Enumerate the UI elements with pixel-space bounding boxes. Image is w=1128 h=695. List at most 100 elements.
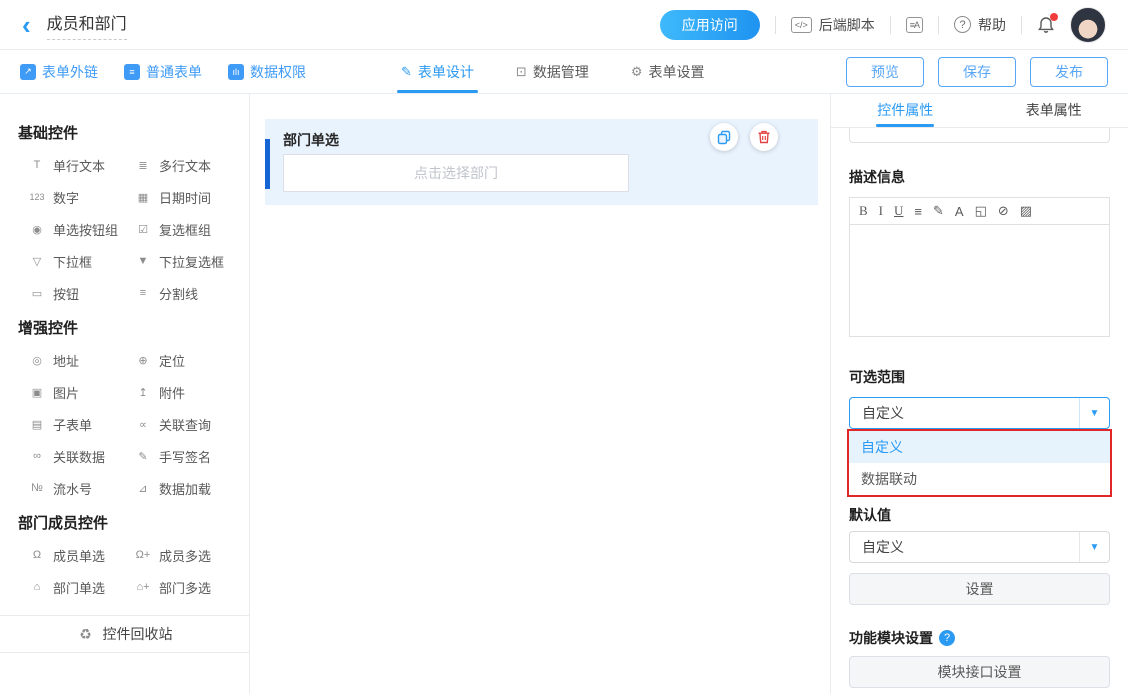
normal-form-button[interactable]: ≡ 普通表单	[124, 62, 202, 82]
divider	[775, 16, 776, 34]
dept-select-input[interactable]: 点击选择部门	[283, 154, 629, 192]
multi-line-text-icon: ≣	[134, 159, 152, 172]
backend-script-button[interactable]: </> 后端脚本	[791, 15, 875, 35]
align-button[interactable]: ≡	[914, 204, 922, 219]
serial-number-icon: №	[28, 482, 46, 494]
control-multi-dropdown[interactable]: ▼ 下拉复选框	[134, 245, 239, 277]
toolbar-actions: 预览 保存 发布	[846, 50, 1108, 93]
tab-data-management[interactable]: ⊡ 数据管理	[516, 50, 589, 93]
settings-button[interactable]: 设置	[849, 573, 1110, 605]
control-label: 日期时间	[159, 188, 211, 207]
notification-button[interactable]	[1037, 16, 1055, 34]
default-value-select[interactable]: 自定义 ▼	[849, 531, 1110, 563]
app-access-button[interactable]: 应用访问	[660, 10, 760, 40]
edit-pen-button[interactable]: ✎	[933, 203, 944, 219]
tab-form-design[interactable]: ✎ 表单设计	[401, 50, 474, 93]
selectable-range-select[interactable]: 自定义 ▼	[849, 397, 1110, 429]
control-radio-group[interactable]: ◉ 单选按钮组	[28, 213, 134, 245]
description-label: 描述信息	[849, 167, 1110, 187]
control-subform[interactable]: ▤ 子表单	[28, 408, 134, 440]
control-divider[interactable]: ≡ 分割线	[134, 277, 239, 309]
contacts-button[interactable]: ≡A	[906, 17, 923, 33]
control-signature[interactable]: ✎ 手写签名	[134, 440, 239, 472]
control-dropdown[interactable]: ▽ 下拉框	[28, 245, 134, 277]
italic-button[interactable]: I	[879, 203, 883, 219]
control-linked-data[interactable]: ∞ 关联数据	[28, 440, 134, 472]
recycle-icon: ♻	[77, 626, 95, 643]
copy-format-button[interactable]: ◱	[975, 203, 987, 219]
control-data-load[interactable]: ⊿ 数据加载	[134, 472, 239, 504]
copy-field-button[interactable]	[710, 123, 738, 151]
form-external-link-button[interactable]: ↗ 表单外链	[20, 62, 98, 82]
bold-button[interactable]: B	[859, 203, 868, 219]
control-label: 数字	[53, 188, 79, 207]
font-button[interactable]: A	[955, 204, 964, 219]
control-label: 复选框组	[159, 220, 211, 239]
control-attachment[interactable]: ↥ 附件	[134, 376, 239, 408]
control-member-multi[interactable]: Ω+ 成员多选	[134, 539, 239, 571]
underline-button[interactable]: U	[894, 203, 903, 219]
linked-data-icon: ∞	[28, 450, 46, 462]
tab-form-settings[interactable]: ⚙ 表单设置	[631, 50, 705, 93]
default-value-text: 自定义	[850, 532, 1079, 562]
control-label: 成员多选	[159, 546, 211, 565]
field-card-dept-single-select[interactable]: 部门单选 点击选择部门	[265, 119, 818, 205]
description-editor[interactable]	[849, 225, 1110, 337]
radio-group-icon: ◉	[28, 223, 46, 236]
external-link-icon: ↗	[20, 64, 36, 80]
preview-button[interactable]: 预览	[846, 57, 924, 87]
save-button[interactable]: 保存	[938, 57, 1016, 87]
control-single-line-text[interactable]: T 单行文本	[28, 149, 134, 181]
form-settings-icon: ⚙	[631, 64, 643, 80]
dept-single-icon: ⌂	[28, 581, 46, 593]
tab-form-design-label: 表单设计	[418, 62, 474, 82]
control-address[interactable]: ◎ 地址	[28, 344, 134, 376]
module-help-icon[interactable]: ?	[939, 630, 955, 646]
data-permission-button[interactable]: ılı 数据权限	[228, 62, 306, 82]
control-recycle-bin[interactable]: ♻ 控件回收站	[0, 615, 249, 653]
insert-image-button[interactable]: ▨	[1020, 203, 1032, 219]
control-member-single[interactable]: Ω 成员单选	[28, 539, 134, 571]
center-tabs: ✎ 表单设计 ⊡ 数据管理 ⚙ 表单设置	[401, 50, 704, 93]
properties-panel: 控件属性 表单属性 描述信息 B I U ≡ ✎ A ◱ ⊘ ▨ 可选范围 自定…	[830, 94, 1128, 694]
normal-form-label: 普通表单	[146, 62, 202, 82]
data-load-icon: ⊿	[134, 482, 152, 495]
option-data-linkage[interactable]: 数据联动	[849, 463, 1110, 495]
tab-control-properties[interactable]: 控件属性	[831, 94, 980, 127]
properties-tabs: 控件属性 表单属性	[831, 94, 1128, 128]
control-datetime[interactable]: ▦ 日期时间	[134, 181, 239, 213]
control-multi-line-text[interactable]: ≣ 多行文本	[134, 149, 239, 181]
back-icon[interactable]: ‹	[22, 12, 31, 38]
delete-field-button[interactable]	[750, 123, 778, 151]
selectable-range-label: 可选范围	[849, 367, 1110, 387]
control-serial-number[interactable]: № 流水号	[28, 472, 134, 504]
control-dept-multi[interactable]: ⌂+ 部门多选	[134, 571, 239, 603]
control-number[interactable]: 123 数字	[28, 181, 134, 213]
control-dept-single[interactable]: ⌂ 部门单选	[28, 571, 134, 603]
button-icon: ▭	[28, 287, 46, 300]
module-api-settings-button[interactable]: 模块接口设置	[849, 656, 1110, 688]
page-title[interactable]: 成员和部门	[47, 10, 127, 40]
member-single-icon: Ω	[28, 549, 46, 561]
publish-button[interactable]: 发布	[1030, 57, 1108, 87]
option-custom[interactable]: 自定义	[849, 431, 1110, 463]
linked-query-icon: ∝	[134, 418, 152, 431]
backend-script-label: 后端脚本	[819, 15, 875, 35]
signature-icon: ✎	[134, 450, 152, 463]
help-label: 帮助	[978, 15, 1006, 35]
control-checkbox-group[interactable]: ☑ 复选框组	[134, 213, 239, 245]
control-location[interactable]: ⊕ 定位	[134, 344, 239, 376]
control-label: 定位	[159, 351, 185, 370]
title-input-partial[interactable]	[849, 128, 1110, 143]
unlink-button[interactable]: ⊘	[998, 203, 1009, 219]
help-button[interactable]: ? 帮助	[954, 15, 1006, 35]
tab-data-management-label: 数据管理	[533, 62, 589, 82]
control-image[interactable]: ▣ 图片	[28, 376, 134, 408]
user-avatar[interactable]	[1070, 7, 1106, 43]
control-linked-query[interactable]: ∝ 关联查询	[134, 408, 239, 440]
trash-icon	[756, 129, 772, 145]
control-label: 部门单选	[53, 578, 105, 597]
tab-form-properties[interactable]: 表单属性	[980, 94, 1128, 127]
control-button[interactable]: ▭ 按钮	[28, 277, 134, 309]
annotation-highlight-box: 自定义 数据联动	[847, 429, 1112, 497]
